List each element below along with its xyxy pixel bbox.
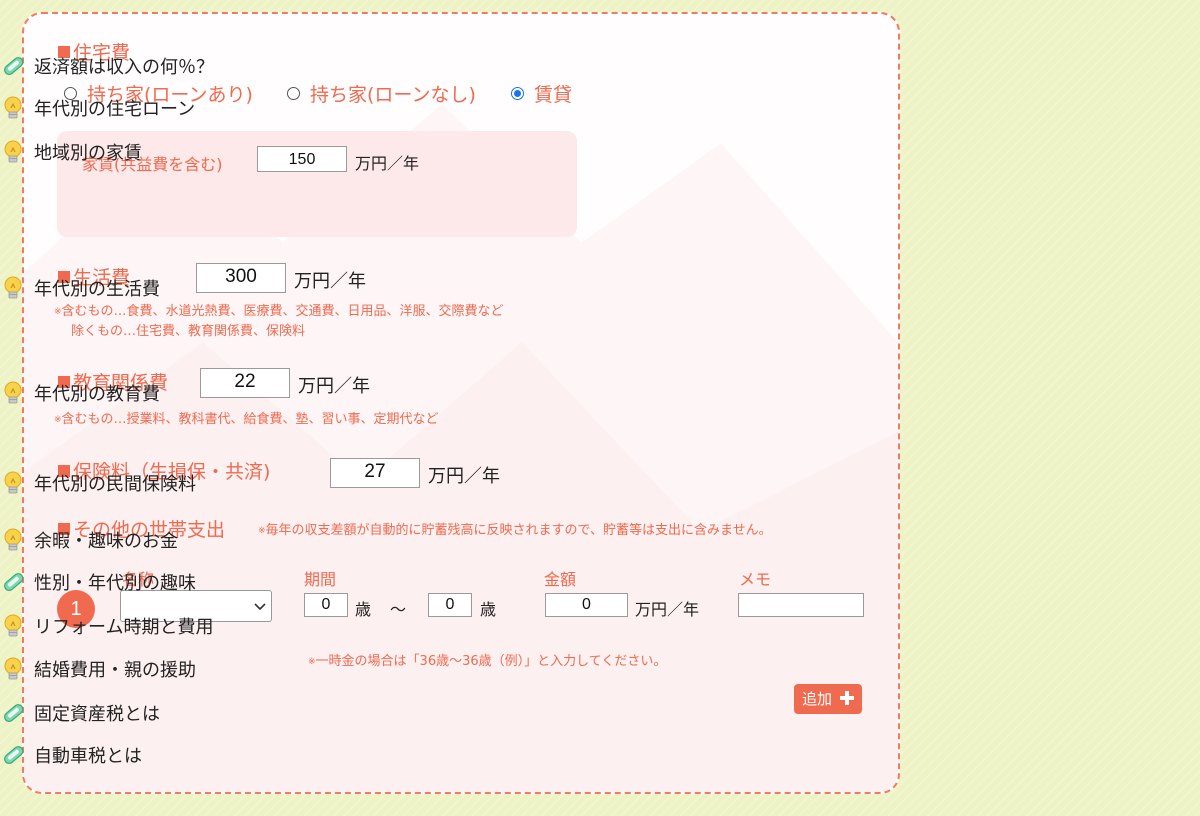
col-period-label: 期間 — [304, 570, 337, 589]
paperclip-icon — [2, 55, 26, 77]
lightbulb-icon — [4, 381, 22, 404]
chevron-down-icon — [254, 603, 266, 611]
sidebar-item-wedding[interactable]: 結婚費用・親の援助 — [0, 656, 196, 684]
memo-input[interactable] — [738, 593, 864, 617]
radio-rent[interactable] — [511, 87, 524, 100]
living-note-include: ※含むもの…食費、水道光熱費、医療費、交通費、日用品、洋服、交際費など — [54, 304, 504, 319]
sidebar-item-living-cost[interactable]: 年代別の生活費 — [0, 275, 160, 303]
living-unit: 万円／年 — [294, 271, 366, 292]
education-note: ※含むもの…授業料、教科書代、給食費、塾、習い事、定期代など — [54, 412, 439, 427]
amount-unit: 万円／年 — [635, 600, 700, 619]
sidebar-item-property-tax[interactable]: 固定資産税とは — [0, 700, 160, 728]
living-note-exclude: 除くもの…住宅費、教育関係費、保険料 — [71, 324, 306, 339]
sidebar-item-repayment[interactable]: 返済額は収入の何％？ — [0, 53, 214, 81]
lightbulb-icon — [4, 528, 22, 551]
education-unit: 万円／年 — [298, 376, 370, 397]
other-note: ※毎年の収支差額が自動的に貯蓄残高に反映されますので、貯蓄等は支出に含みません。 — [258, 523, 772, 538]
radio-no-loan[interactable] — [287, 87, 300, 100]
housing-option-no-loan[interactable]: 持ち家(ローンなし) — [287, 80, 476, 107]
lightbulb-icon — [4, 96, 22, 119]
age-from-input[interactable]: 0 — [304, 593, 348, 617]
lightbulb-icon — [4, 140, 22, 163]
lightbulb-icon — [4, 471, 22, 494]
col-memo-label: メモ — [739, 570, 772, 589]
education-input[interactable]: 22 — [200, 368, 290, 398]
sidebar-item-hobbies[interactable]: 性別・年代別の趣味 — [0, 569, 196, 597]
paperclip-icon — [2, 702, 26, 724]
housing-option-rent[interactable]: 賃貸 — [511, 80, 572, 107]
paperclip-icon — [2, 744, 26, 766]
add-label: 追加 — [802, 690, 833, 708]
age-from-unit: 歳 — [355, 600, 372, 619]
sidebar-item-car-tax[interactable]: 自動車税とは — [0, 742, 142, 770]
sidebar-item-reform[interactable]: リフォーム時期と費用 — [0, 613, 213, 641]
plus-icon — [839, 691, 854, 705]
insurance-input[interactable]: 27 — [330, 458, 420, 488]
age-to-input[interactable]: 0 — [428, 593, 472, 617]
age-to-unit: 歳 — [480, 600, 497, 619]
sidebar-item-rent-by-region[interactable]: 地域別の家賃 — [0, 139, 142, 167]
lightbulb-icon — [4, 614, 22, 637]
rent-input[interactable]: 150 — [257, 146, 347, 172]
living-input[interactable]: 300 — [196, 263, 286, 293]
tilde: 〜 — [390, 600, 407, 619]
amount-input[interactable]: 0 — [545, 593, 628, 617]
col-amount-label: 金額 — [544, 570, 577, 589]
sidebar-item-housing-loan[interactable]: 年代別の住宅ローン — [0, 95, 195, 123]
sidebar-item-education-cost[interactable]: 年代別の教育費 — [0, 380, 160, 408]
lightbulb-icon — [4, 657, 22, 680]
sidebar-item-insurance[interactable]: 年代別の民間保険料 — [0, 470, 196, 498]
rent-unit: 万円／年 — [355, 154, 420, 173]
insurance-unit: 万円／年 — [428, 466, 500, 487]
paperclip-icon — [2, 571, 26, 593]
add-button[interactable]: 追加 — [794, 684, 862, 714]
lump-sum-note: ※一時金の場合は「36歳〜36歳（例）」と入力してください。 — [308, 654, 667, 669]
lightbulb-icon — [4, 276, 22, 299]
sidebar-item-leisure[interactable]: 余暇・趣味のお金 — [0, 527, 178, 555]
